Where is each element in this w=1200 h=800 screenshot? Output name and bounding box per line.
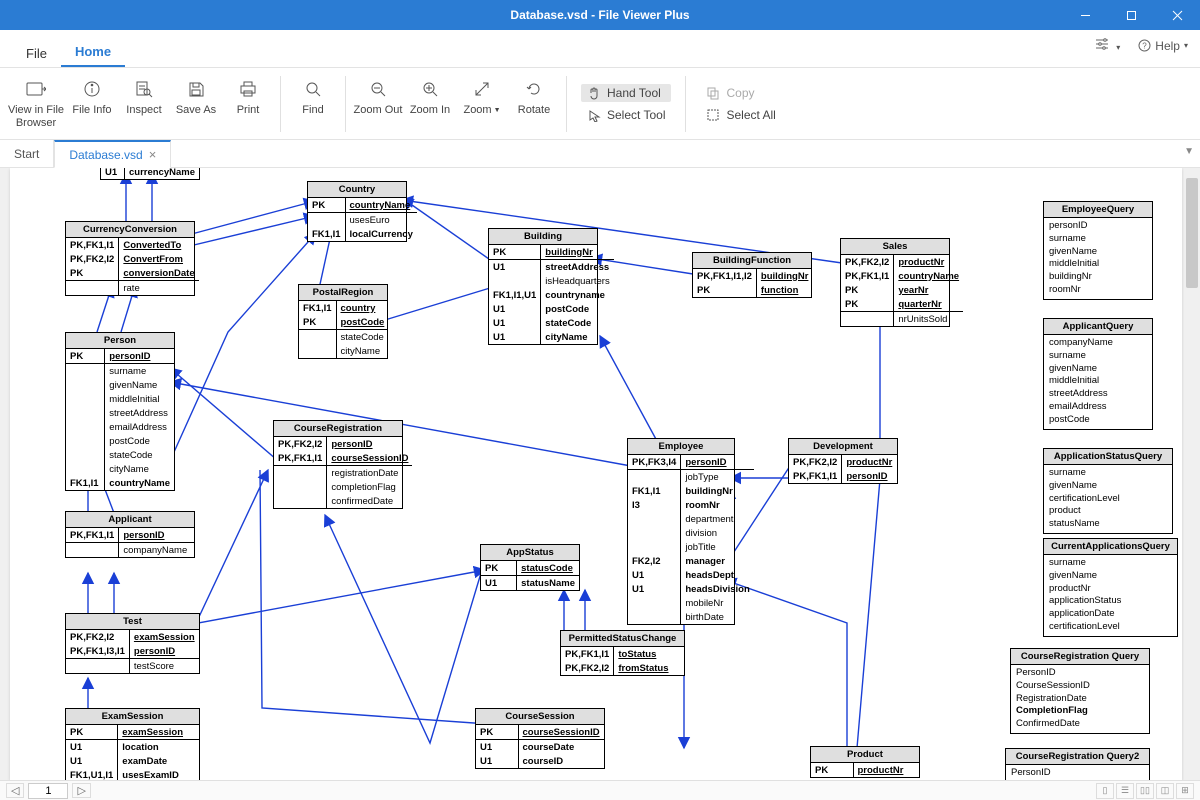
view-book-icon[interactable]: ◫ [1156, 783, 1174, 799]
entity-app_status[interactable]: AppStatusPKstatusCodeU1statusName [480, 544, 580, 591]
entity-employee[interactable]: EmployeePK,FK3,I4personIDjobTypeFK1,I1bu… [627, 438, 735, 625]
statusbar: ◁ ▷ ▯ ☰ ▯▯ ◫ ⊞ [0, 780, 1200, 800]
canvas-area[interactable]: U1currencyName CurrencyConversionPK,FK1,I… [0, 168, 1200, 780]
tabstrip: Start Database.vsd× ▼ [0, 140, 1200, 168]
entity-permitted[interactable]: PermittedStatusChangePK,FK1,I1toStatusPK… [560, 630, 685, 676]
query-applicant_q[interactable]: ApplicantQuerycompanyNamesurnamegivenNam… [1043, 318, 1153, 430]
entity-country[interactable]: CountryPKcountryNameusesEuroFK1,I1localC… [307, 181, 407, 242]
query-coursereg_q2[interactable]: CourseRegistration Query2PersonIDCourseS… [1005, 748, 1150, 780]
ribbon-toolbar: View in File Browser File Info Inspect S… [0, 68, 1200, 140]
zoom-in-button[interactable]: Zoom In [404, 76, 456, 131]
entity-currency_conv[interactable]: CurrencyConversionPK,FK1,I1ConvertedToPK… [65, 221, 195, 296]
diagram-canvas[interactable]: U1currencyName CurrencyConversionPK,FK1,I… [10, 168, 1182, 780]
page-next-button[interactable]: ▷ [72, 783, 90, 798]
menu-file[interactable]: File [12, 40, 61, 67]
window-title: Database.vsd - File Viewer Plus [510, 8, 689, 22]
close-button[interactable] [1154, 0, 1200, 30]
help-label: Help [1155, 39, 1180, 53]
view-mode-buttons: ▯ ☰ ▯▯ ◫ ⊞ [1096, 783, 1194, 799]
entity-building_fn[interactable]: BuildingFunctionPK,FK1,I1,I2buildingNrPK… [692, 252, 812, 298]
entity-product[interactable]: ProductPKproductNr [810, 746, 920, 778]
tab-start[interactable]: Start [0, 140, 54, 167]
entity-exam_session[interactable]: ExamSessionPKexamSessionU1locationU1exam… [65, 708, 200, 780]
settings-icon[interactable]: ▾ [1096, 38, 1120, 53]
entity-development[interactable]: DevelopmentPK,FK2,I2productNrPK,FK1,I1pe… [788, 438, 898, 484]
entity-test[interactable]: TestPK,FK2,I2examSessionPK,FK1,I3,I1pers… [65, 613, 200, 674]
print-button[interactable]: Print [222, 76, 274, 131]
vertical-scrollbar[interactable] [1184, 168, 1200, 780]
rotate-button[interactable]: Rotate [508, 76, 560, 131]
menu-home[interactable]: Home [61, 38, 125, 67]
select-tool-button[interactable]: Select Tool [581, 106, 671, 124]
query-coursereg_q[interactable]: CourseRegistration QueryPersonIDCourseSe… [1010, 648, 1150, 734]
find-button[interactable]: Find [287, 76, 339, 131]
page-prev-button[interactable]: ◁ [6, 783, 24, 798]
view-in-browser-button[interactable]: View in File Browser [6, 76, 66, 131]
entity-postal_region[interactable]: PostalRegionFK1,I1countryPKpostCodestate… [298, 284, 388, 359]
query-employee_q[interactable]: EmployeeQuerypersonIDsurnamegivenNamemid… [1043, 201, 1153, 300]
page-number-input[interactable] [28, 783, 68, 799]
entity-currency_top[interactable]: U1currencyName [100, 168, 200, 180]
svg-text:?: ? [1143, 42, 1148, 51]
entity-sales[interactable]: SalesPK,FK2,I2productNrPK,FK1,I1countryN… [840, 238, 950, 327]
view-continuous-icon[interactable]: ☰ [1116, 783, 1134, 799]
entity-course_reg[interactable]: CourseRegistrationPK,FK2,I2personIDPK,FK… [273, 420, 403, 509]
view-grid-icon[interactable]: ⊞ [1176, 783, 1194, 799]
hand-tool-button[interactable]: Hand Tool [581, 84, 671, 102]
entity-building[interactable]: BuildingPKbuildingNrU1streetAddressisHea… [488, 228, 598, 345]
view-single-icon[interactable]: ▯ [1096, 783, 1114, 799]
entity-applicant[interactable]: ApplicantPK,FK1,I1personIDcompanyName [65, 511, 195, 558]
save-as-button[interactable]: Save As [170, 76, 222, 131]
zoom-out-button[interactable]: Zoom Out [352, 76, 404, 131]
query-currapp_q[interactable]: CurrentApplicationsQuerysurnamegivenName… [1043, 538, 1178, 637]
zoom-button[interactable]: Zoom▼ [456, 76, 508, 131]
tab-overflow-icon[interactable]: ▼ [1184, 146, 1194, 157]
select-all-button[interactable]: Select All [700, 106, 781, 124]
entity-person[interactable]: PersonPKpersonIDsurnamegivenNamemiddleIn… [65, 332, 175, 491]
scrollbar-thumb[interactable] [1186, 178, 1198, 288]
copy-button: Copy [700, 84, 781, 102]
titlebar: Database.vsd - File Viewer Plus [0, 0, 1200, 30]
query-appstatus_q[interactable]: ApplicationStatusQuerysurnamegivenNamece… [1043, 448, 1173, 534]
view-two-page-icon[interactable]: ▯▯ [1136, 783, 1154, 799]
minimize-button[interactable] [1062, 0, 1108, 30]
tab-database[interactable]: Database.vsd× [54, 140, 171, 168]
inspect-button[interactable]: Inspect [118, 76, 170, 131]
maximize-button[interactable] [1108, 0, 1154, 30]
entity-course_session[interactable]: CourseSessionPKcourseSessionIDU1courseDa… [475, 708, 605, 769]
close-tab-icon[interactable]: × [149, 147, 157, 162]
menubar: File Home ▾ ? Help ▾ [0, 30, 1200, 68]
help-button[interactable]: ? Help ▾ [1138, 39, 1188, 53]
file-info-button[interactable]: File Info [66, 76, 118, 131]
